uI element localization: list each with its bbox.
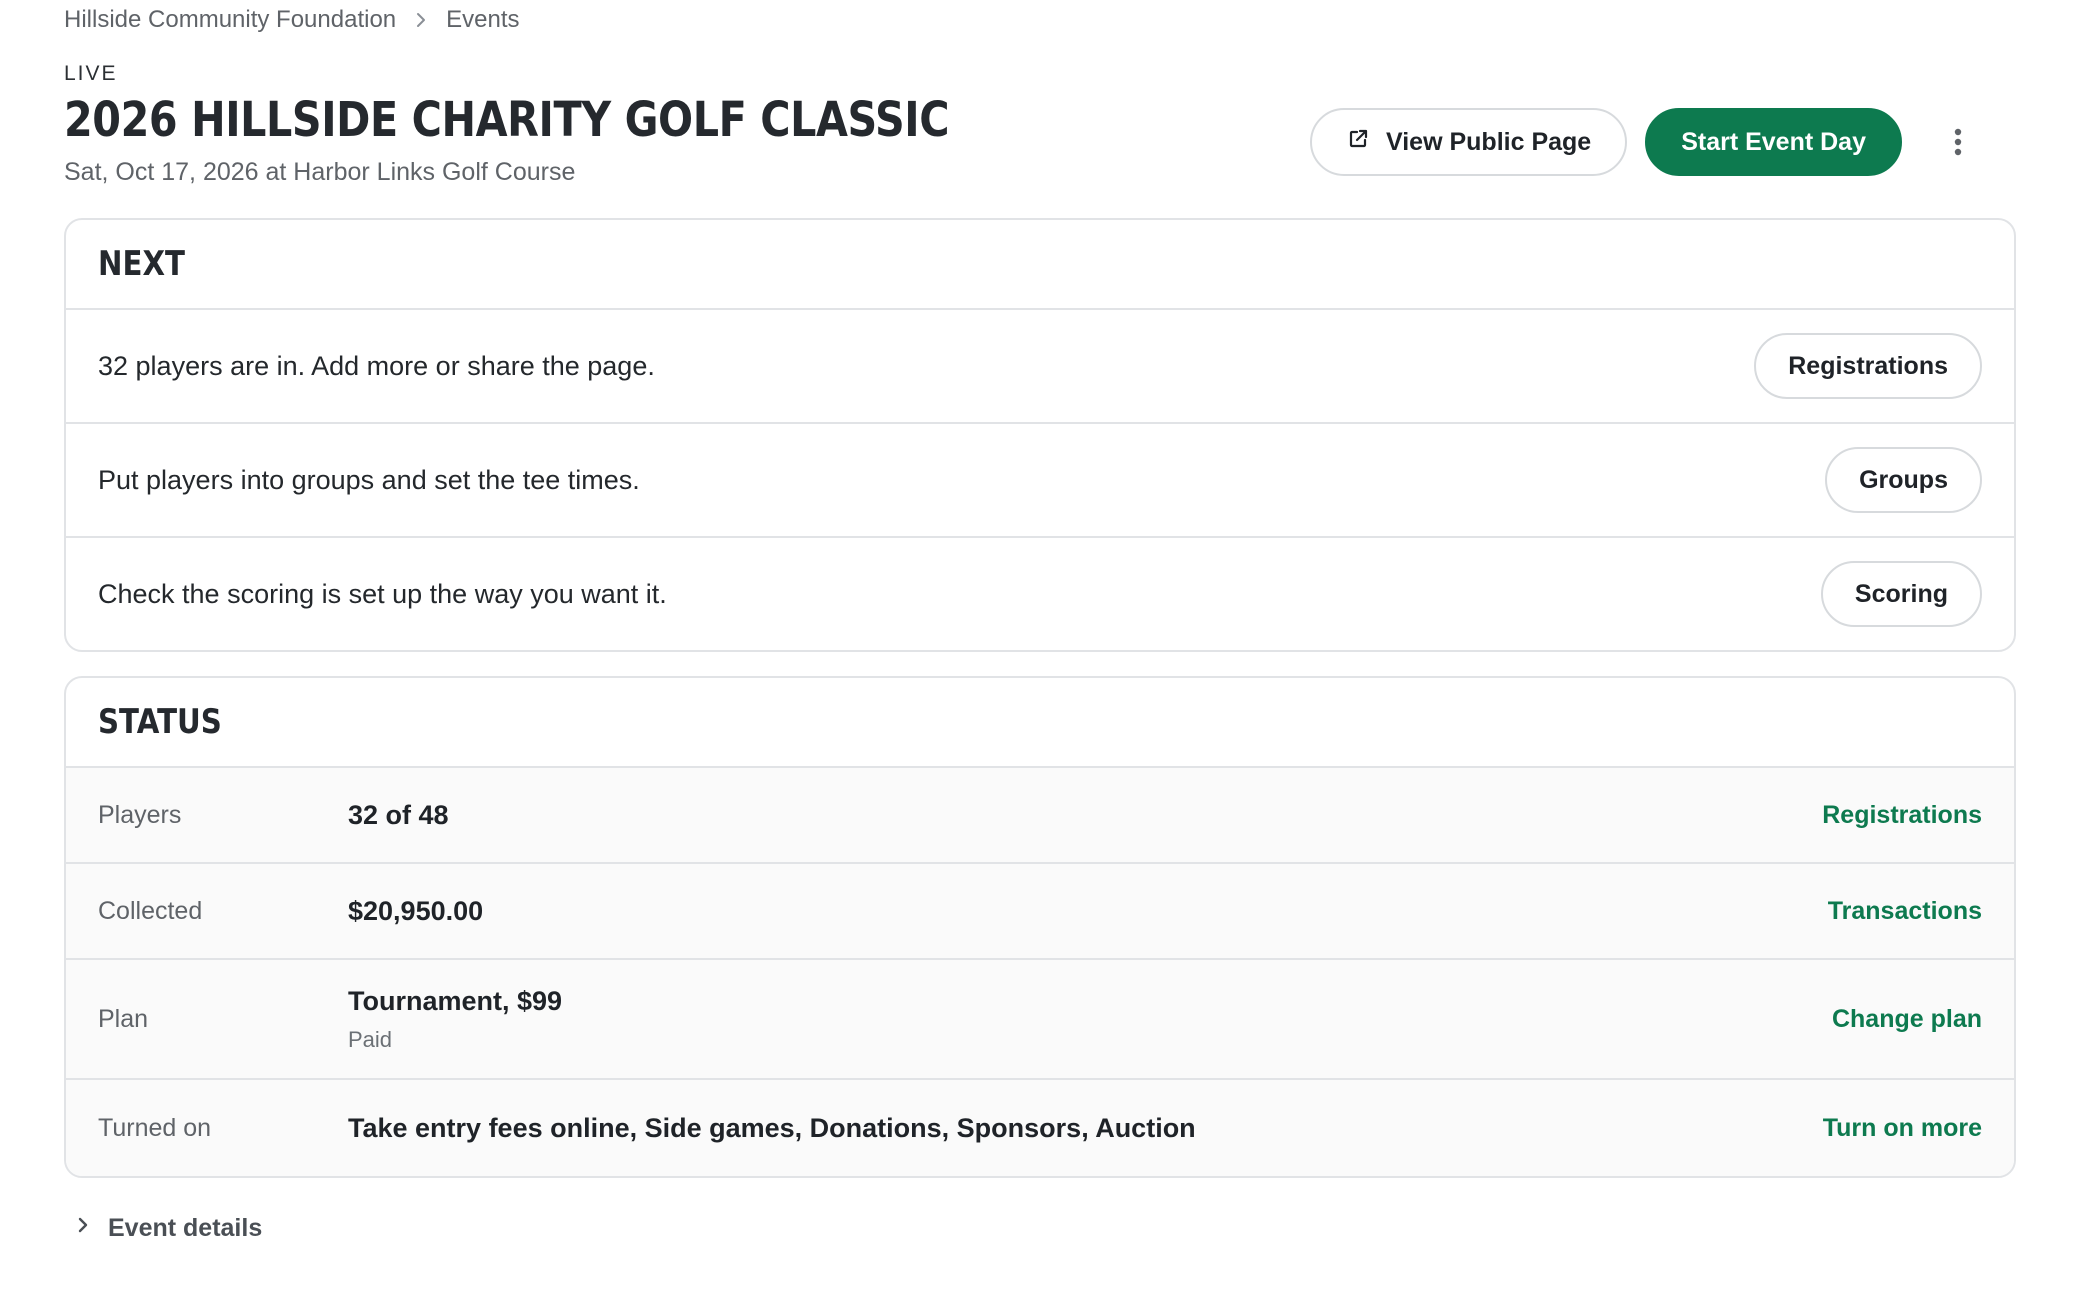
- status-label: Plan: [98, 1004, 149, 1033]
- groups-button[interactable]: Groups: [1825, 447, 1982, 513]
- status-label: Collected: [98, 896, 203, 925]
- next-title-text: NEXT: [98, 244, 185, 284]
- registrations-button[interactable]: Registrations: [1754, 333, 1982, 399]
- breadcrumb-org-link[interactable]: Hillside Community Foundation: [64, 6, 396, 34]
- status-label: Players: [98, 800, 182, 829]
- scoring-button[interactable]: Scoring: [1820, 561, 1982, 627]
- next-steps-card: NEXT 32 players are in. Add more or shar…: [64, 218, 2016, 652]
- status-value-block: Tournament, $99 Paid: [348, 986, 1832, 1053]
- status-card: STATUS Players 32 of 48 Registrations Co…: [64, 676, 2016, 1178]
- status-title-text: STATUS: [98, 702, 222, 742]
- header-actions: View Public Page Start Event Day: [1310, 108, 1986, 176]
- status-row-turned-on: Turned on Take entry fees online, Side g…: [66, 1080, 2014, 1176]
- status-value: Take entry fees online, Side games, Dona…: [348, 1112, 1196, 1143]
- status-row-players: Players 32 of 48 Registrations: [66, 768, 2014, 864]
- status-row-plan: Plan Tournament, $99 Paid Change plan: [66, 960, 2014, 1080]
- next-card-title: NEXT: [66, 220, 2014, 310]
- next-row-text: Put players into groups and set the tee …: [98, 464, 640, 495]
- next-row-text: 32 players are in. Add more or share the…: [98, 350, 655, 381]
- registrations-link[interactable]: Registrations: [1822, 801, 1982, 830]
- status-card-title: STATUS: [66, 678, 2014, 768]
- event-status-label: LIVE: [64, 62, 118, 85]
- external-link-icon: [1346, 127, 1370, 158]
- status-value: $20,950.00: [348, 895, 484, 926]
- plan-payment-status: Paid: [348, 1026, 393, 1052]
- next-row-scoring: Check the scoring is set up the way you …: [66, 538, 2014, 650]
- view-public-page-label: View Public Page: [1386, 127, 1592, 156]
- turn-on-more-link[interactable]: Turn on more: [1823, 1114, 1982, 1143]
- chevron-right-icon: [76, 1214, 90, 1243]
- more-vertical-icon[interactable]: [1930, 108, 1986, 176]
- status-row-collected: Collected $20,950.00 Transactions: [66, 864, 2014, 960]
- breadcrumb-events-link[interactable]: Events: [446, 6, 519, 34]
- status-value: 32 of 48: [348, 799, 449, 830]
- transactions-link[interactable]: Transactions: [1828, 897, 1982, 926]
- next-row-groups: Put players into groups and set the tee …: [66, 424, 2014, 538]
- start-event-day-button[interactable]: Start Event Day: [1645, 108, 1902, 176]
- chevron-right-icon: [414, 10, 428, 30]
- event-date-location: Sat, Oct 17, 2026 at Harbor Links Golf C…: [64, 158, 576, 186]
- change-plan-link[interactable]: Change plan: [1832, 1005, 1982, 1034]
- event-details-label: Event details: [108, 1214, 263, 1242]
- view-public-page-button[interactable]: View Public Page: [1310, 108, 1628, 176]
- status-label: Turned on: [98, 1113, 212, 1142]
- page-title: 2026 HILLSIDE CHARITY GOLF CLASSIC: [64, 92, 950, 148]
- breadcrumb: Hillside Community Foundation Events: [64, 0, 2016, 40]
- event-details-toggle[interactable]: Event details: [76, 1214, 2016, 1243]
- status-value: Tournament, $99: [348, 985, 563, 1016]
- next-row-registrations: 32 players are in. Add more or share the…: [66, 310, 2014, 424]
- next-row-text: Check the scoring is set up the way you …: [98, 578, 667, 609]
- event-header: LIVE 2026 HILLSIDE CHARITY GOLF CLASSIC …: [64, 40, 2016, 218]
- event-page: Hillside Community Foundation Events LIV…: [0, 0, 2080, 1300]
